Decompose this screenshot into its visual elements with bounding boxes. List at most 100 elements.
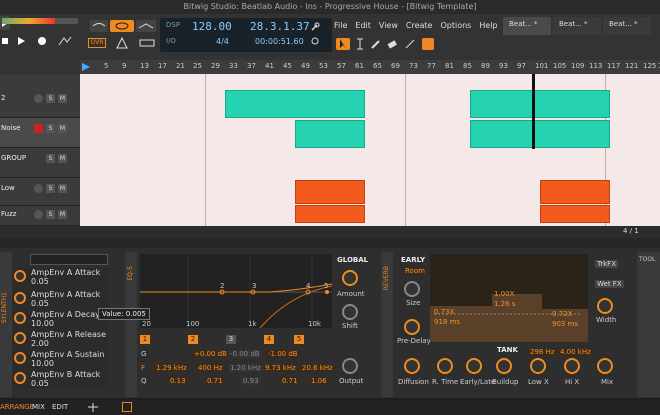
text-cursor-tool-icon[interactable] <box>354 38 366 50</box>
mute-button[interactable]: M <box>58 94 67 103</box>
param-knob[interactable] <box>14 312 26 324</box>
menu-view[interactable]: View <box>379 21 398 30</box>
tempo-display[interactable]: 128.00 <box>192 20 232 33</box>
clip[interactable] <box>540 205 610 223</box>
clip[interactable] <box>470 90 610 118</box>
project-tab-2[interactable]: Beat... * <box>553 17 601 35</box>
output-knob[interactable] <box>342 358 358 374</box>
record-arm-button[interactable] <box>34 124 43 133</box>
track-header-fuzz[interactable]: Fuzz S M <box>0 206 80 226</box>
freq-value[interactable]: 400 Hz <box>196 364 225 372</box>
band-1-toggle[interactable]: 1 <box>140 335 150 344</box>
timeline-ruler[interactable]: 5 9 13 17 21 25 29 33 37 41 45 49 53 57 … <box>80 60 660 74</box>
freq-value[interactable]: 1.29 kHz <box>154 364 189 372</box>
width-knob[interactable] <box>597 298 613 314</box>
param-knob[interactable] <box>14 270 26 282</box>
grid-icon[interactable] <box>88 403 98 412</box>
snap-button[interactable] <box>422 38 434 50</box>
band-3-toggle[interactable]: 3 <box>226 335 236 344</box>
reverb-graph[interactable]: 0.73X 918 ms 1.00X 1.26 s 0.72X 903 ms <box>430 254 588 342</box>
clip[interactable] <box>295 120 365 148</box>
loop-marker-icon[interactable] <box>82 63 90 71</box>
arrange-scrollbar[interactable]: 4 / 1 <box>0 226 660 238</box>
mix-view-button[interactable]: MIX <box>32 403 45 411</box>
pencil-tool-icon[interactable] <box>370 38 382 50</box>
record-button[interactable] <box>36 35 48 47</box>
edit-view-button[interactable]: EDIT <box>52 403 68 411</box>
menu-create[interactable]: Create <box>406 21 433 30</box>
track-header-noise[interactable]: Noise S M <box>0 118 80 148</box>
tank-high-freq[interactable]: 4.00 kHz <box>558 348 593 356</box>
freq-value[interactable]: 9.73 kHz <box>263 364 298 372</box>
knife-tool-icon[interactable] <box>404 38 416 50</box>
band-5-toggle[interactable]: 5 <box>294 335 304 344</box>
q-value[interactable]: 0.13 <box>168 377 188 385</box>
record-arm-button[interactable] <box>34 210 43 219</box>
mute-button[interactable]: M <box>58 154 67 163</box>
q-value[interactable]: 1.06 <box>309 377 329 385</box>
param-knob[interactable] <box>14 332 26 344</box>
pointer-tool-icon[interactable] <box>336 38 350 50</box>
param-knob[interactable] <box>14 292 26 304</box>
diffusion-knob[interactable] <box>404 358 420 374</box>
room-select[interactable]: Room <box>403 267 427 275</box>
track-header-2[interactable]: 2 S M <box>0 74 80 118</box>
wrench-icon[interactable] <box>310 22 320 32</box>
arrange-area[interactable] <box>80 74 660 226</box>
solo-button[interactable]: S <box>46 184 55 193</box>
freq-value[interactable]: 1.20 kHz <box>228 364 263 372</box>
clip[interactable] <box>295 205 365 223</box>
clip[interactable] <box>540 180 610 204</box>
predelay-knob[interactable] <box>404 319 420 335</box>
trkfx-button[interactable]: TrkFX <box>595 260 619 268</box>
eraser-tool-icon[interactable] <box>386 38 398 50</box>
time-signature[interactable]: 4/4 <box>216 37 229 46</box>
mix-knob[interactable] <box>597 358 613 374</box>
clip[interactable] <box>295 180 365 204</box>
param-knob[interactable] <box>14 352 26 364</box>
eq-graph[interactable]: 20 100 1k 10k 2 3 4 5 <box>140 254 333 329</box>
hix-knob[interactable] <box>564 358 580 374</box>
mute-button[interactable]: M <box>58 210 67 219</box>
param-knob[interactable] <box>14 372 26 384</box>
amount-knob[interactable] <box>342 270 358 286</box>
solo-button[interactable]: S <box>46 210 55 219</box>
mute-button[interactable]: M <box>58 184 67 193</box>
solo-button[interactable]: S <box>46 94 55 103</box>
record-arm-button[interactable] <box>34 94 43 103</box>
freq-value[interactable]: 20.6 kHz <box>300 364 335 372</box>
shift-knob[interactable] <box>342 304 358 320</box>
clip[interactable] <box>470 120 610 148</box>
size-knob[interactable] <box>404 281 420 297</box>
automation-write-icon[interactable] <box>58 35 72 47</box>
track-header-low[interactable]: Low S M <box>0 178 80 206</box>
play-transport-button[interactable] <box>15 34 27 48</box>
gain-value[interactable]: +0.00 dB <box>192 350 229 358</box>
earlylate-knob[interactable] <box>466 358 482 374</box>
punch-icon[interactable] <box>136 20 156 32</box>
param-search-input[interactable] <box>30 254 108 265</box>
gain-value[interactable]: -0.00 dB <box>228 350 262 358</box>
mute-button[interactable]: M <box>58 124 67 133</box>
loop-button[interactable] <box>110 20 134 32</box>
metronome-icon[interactable] <box>112 36 132 49</box>
param-list[interactable]: AmpEnv A Attack 0.05 AmpEnv A Attack 0.05 … <box>13 268 108 388</box>
tank-low-freq[interactable]: 298 Hz <box>528 348 557 356</box>
project-tab-3[interactable]: Beat... * <box>603 17 651 35</box>
record-arm-button[interactable] <box>34 184 43 193</box>
band-4-toggle[interactable]: 4 <box>264 335 274 344</box>
q-value[interactable]: 0.71 <box>205 377 225 385</box>
playhead[interactable] <box>532 74 535 149</box>
curve-icon[interactable] <box>90 20 108 32</box>
menu-options[interactable]: Options <box>440 21 471 30</box>
arrange-view-button[interactable]: ARRANGE <box>0 403 34 411</box>
gain-value[interactable]: -1.00 dB <box>266 350 300 358</box>
menu-help[interactable]: Help <box>479 21 497 30</box>
lowx-knob[interactable] <box>530 358 546 374</box>
q-value[interactable]: 0.93 <box>241 377 261 385</box>
track-header-group[interactable]: GROUP S M <box>0 148 80 178</box>
groove-icon[interactable] <box>138 37 156 49</box>
stop-button[interactable] <box>0 34 10 48</box>
solo-button[interactable]: S <box>46 124 55 133</box>
menu-edit[interactable]: Edit <box>355 21 371 30</box>
